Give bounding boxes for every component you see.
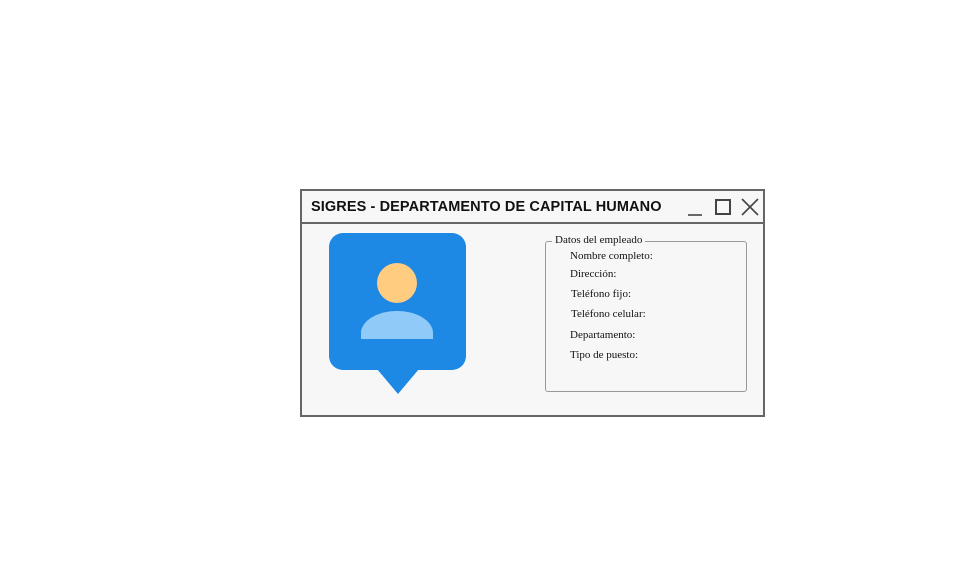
minimize-icon <box>688 214 702 216</box>
address-label: Dirección: <box>570 268 617 280</box>
full-name-label: Nombre completo: <box>570 250 653 262</box>
department-label: Departamento: <box>570 329 636 341</box>
employee-avatar <box>329 233 467 395</box>
close-icon <box>741 198 759 216</box>
window-title: SIGRES - DEPARTAMENTO DE CAPITAL HUMANO <box>311 199 662 215</box>
mobile-label: Teléfono celular: <box>571 308 646 320</box>
employee-data-legend: Datos del empleado <box>552 234 646 246</box>
title-bar[interactable]: SIGRES - DEPARTAMENTO DE CAPITAL HUMANO <box>302 191 763 224</box>
close-button[interactable] <box>739 196 761 218</box>
maximize-icon <box>715 199 731 215</box>
maximize-button[interactable] <box>712 196 734 218</box>
app-window: SIGRES - DEPARTAMENTO DE CAPITAL HUMANO <box>300 189 765 417</box>
user-location-icon <box>329 233 466 394</box>
minimize-button[interactable] <box>684 196 706 218</box>
position-type-label: Tipo de puesto: <box>570 349 639 361</box>
landline-label: Teléfono fijo: <box>571 288 632 300</box>
employee-data-group: Datos del empleado Nombre completo: Dire… <box>545 234 747 392</box>
